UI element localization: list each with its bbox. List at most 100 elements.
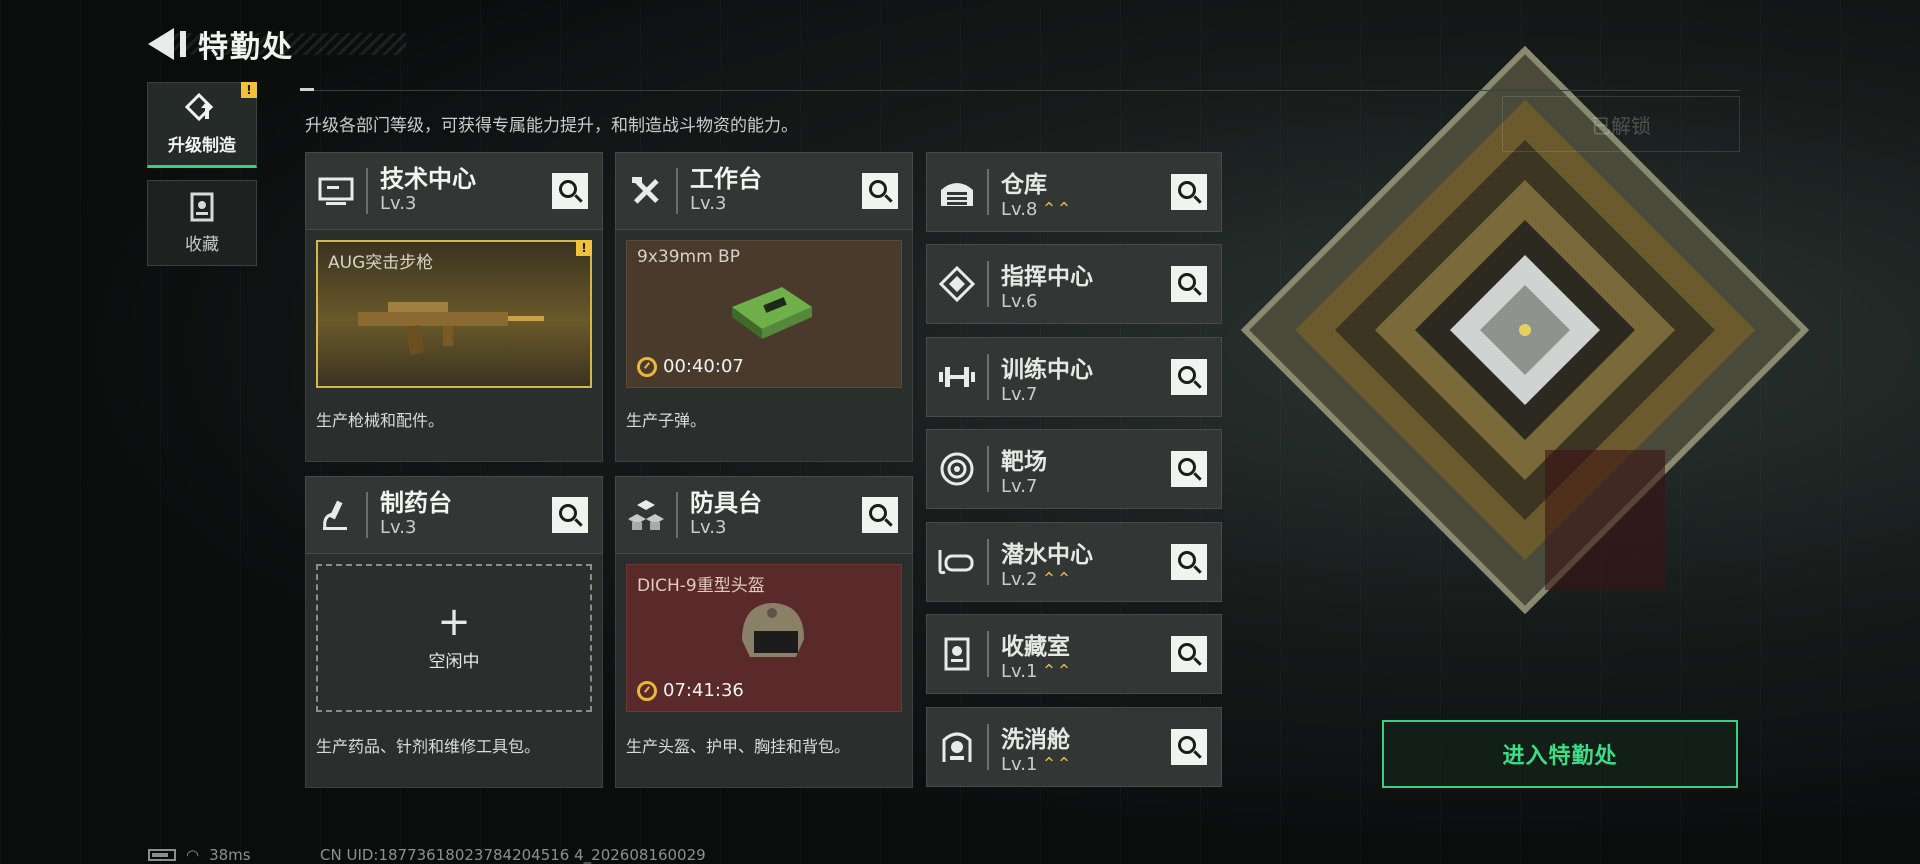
page-description: 升级各部门等级，可获得专属能力提升，和制造战斗物资的能力。 xyxy=(305,116,798,136)
side-card-command-center[interactable]: 指挥中心 Lv.6 xyxy=(926,244,1222,324)
card-level: Lv.8 xyxy=(1001,198,1038,220)
tab-collection[interactable]: 收藏 xyxy=(147,180,257,266)
search-icon xyxy=(869,504,887,522)
production-slot[interactable]: DICH-9重型头盔 07:41:36 xyxy=(626,564,902,712)
search-button[interactable] xyxy=(1171,359,1207,395)
tab-upgrade-craft[interactable]: ! 升级制造 xyxy=(147,82,257,168)
card-level: Lv.2 xyxy=(1001,568,1038,590)
tools-icon xyxy=(616,168,678,214)
title-stripe xyxy=(166,33,406,55)
side-card-shooting-range[interactable]: 靶场 Lv.7 xyxy=(926,429,1222,509)
timer-text: 07:41:36 xyxy=(663,680,744,701)
microscope-icon xyxy=(306,492,368,538)
display-case-icon xyxy=(927,631,989,677)
card-name: 仓库 xyxy=(1001,171,1047,198)
side-card-decontamination[interactable]: 洗消舱 Lv.1 ⌃⌃ xyxy=(926,707,1222,787)
collection-icon xyxy=(190,192,214,221)
search-button[interactable] xyxy=(1171,266,1207,302)
armor-icon xyxy=(616,492,678,538)
card-body-armor-bench: DICH-9重型头盔 07:41:36 生产头盔、护甲、胸挂和背包。 xyxy=(615,554,913,788)
command-icon xyxy=(927,261,989,307)
search-icon xyxy=(1178,366,1196,384)
back-button[interactable]: 特勤处 xyxy=(148,22,406,66)
card-body-pharmacy: + 空闲中 生产药品、针剂和维修工具包。 xyxy=(305,554,603,788)
card-tech-center[interactable]: 技术中心 Lv.3 xyxy=(305,152,603,230)
card-description: 生产头盔、护甲、胸挂和背包。 xyxy=(626,737,851,756)
card-name: 靶场 xyxy=(1001,448,1047,475)
search-icon xyxy=(1178,458,1196,476)
unlocked-ghost-button[interactable]: 已解锁 xyxy=(1502,96,1740,152)
wifi-icon: ◠ xyxy=(186,846,200,864)
search-icon xyxy=(1178,736,1196,754)
search-icon xyxy=(559,180,577,198)
tab-label: 升级制造 xyxy=(168,135,236,156)
card-level: Lv.1 xyxy=(1001,660,1038,682)
search-icon xyxy=(1178,643,1196,661)
search-button[interactable] xyxy=(1171,174,1207,210)
card-armor-bench[interactable]: 防具台 Lv.3 xyxy=(615,476,913,554)
status-bar: ◠ 38ms xyxy=(148,846,251,864)
search-button[interactable] xyxy=(1171,544,1207,580)
search-button[interactable] xyxy=(1171,451,1207,487)
helmet-image xyxy=(742,603,804,657)
rifle-image xyxy=(358,302,544,356)
side-card-training-center[interactable]: 训练中心 Lv.7 xyxy=(926,337,1222,417)
divider xyxy=(300,90,1740,91)
upgrade-arrows-icon: ⌃⌃ xyxy=(1041,198,1072,220)
side-card-diving-center[interactable]: 潜水中心 Lv.2 ⌃⌃ xyxy=(926,522,1222,602)
card-description: 生产药品、针剂和维修工具包。 xyxy=(316,737,541,756)
search-button[interactable] xyxy=(862,497,898,533)
card-name: 工作台 xyxy=(690,165,762,193)
upgrade-arrows-icon: ⌃⌃ xyxy=(1041,753,1072,775)
production-slot[interactable]: 9x39mm BP 00:40:07 xyxy=(626,240,902,388)
card-name: 潜水中心 xyxy=(1001,541,1093,568)
plus-icon: + xyxy=(437,598,471,645)
upgrade-arrows-icon: ⌃⌃ xyxy=(1041,568,1072,590)
card-description: 生产子弹。 xyxy=(626,411,707,430)
search-button[interactable] xyxy=(1171,729,1207,765)
card-level: Lv.7 xyxy=(1001,475,1038,497)
idle-slot[interactable]: + 空闲中 xyxy=(316,564,592,712)
card-level: Lv.7 xyxy=(1001,383,1038,405)
card-name: 洗消舱 xyxy=(1001,726,1070,753)
side-card-warehouse[interactable]: 仓库 Lv.8 ⌃⌃ xyxy=(926,152,1222,232)
search-icon xyxy=(1178,181,1196,199)
search-button[interactable] xyxy=(552,173,588,209)
diving-mask-icon xyxy=(927,539,989,585)
production-slot[interactable]: AUG突击步枪 ! xyxy=(316,240,592,388)
search-button[interactable] xyxy=(552,497,588,533)
clock-icon xyxy=(637,680,657,701)
warehouse-icon xyxy=(927,169,989,215)
idle-label: 空闲中 xyxy=(428,651,480,672)
warning-badge: ! xyxy=(241,82,257,98)
card-level: Lv.6 xyxy=(1001,290,1038,312)
card-description: 生产枪械和配件。 xyxy=(316,411,445,430)
card-workbench[interactable]: 工作台 Lv.3 xyxy=(615,152,913,230)
slot-item-name: DICH-9重型头盔 xyxy=(637,576,765,596)
enter-special-ops-button[interactable]: 进入特勤处 xyxy=(1382,720,1738,788)
uid-text: CN UID:18773618023784204516 4_2026081600… xyxy=(320,846,706,864)
clock-icon xyxy=(637,356,657,377)
side-card-collection-room[interactable]: 收藏室 Lv.1 ⌃⌃ xyxy=(926,614,1222,694)
decontamination-icon xyxy=(927,724,989,770)
production-timer: 07:41:36 xyxy=(637,680,744,701)
search-icon xyxy=(559,504,577,522)
card-level: Lv.3 xyxy=(690,517,727,538)
card-name: 制药台 xyxy=(380,489,452,517)
monitor-icon xyxy=(306,168,368,214)
production-timer: 00:40:07 xyxy=(637,356,744,377)
divider-mark xyxy=(300,88,314,91)
upgrade-icon xyxy=(185,92,214,121)
timer-text: 00:40:07 xyxy=(663,356,744,377)
battery-icon xyxy=(148,849,176,861)
tab-label: 收藏 xyxy=(185,234,219,255)
dumbbell-icon xyxy=(927,354,989,400)
target-icon xyxy=(927,446,989,492)
card-pharmacy[interactable]: 制药台 Lv.3 xyxy=(305,476,603,554)
search-button[interactable] xyxy=(1171,636,1207,672)
ping-text: 38ms xyxy=(209,846,251,864)
card-level: Lv.3 xyxy=(380,517,417,538)
search-button[interactable] xyxy=(862,173,898,209)
slot-item-name: 9x39mm BP xyxy=(637,247,740,267)
search-icon xyxy=(1178,273,1196,291)
